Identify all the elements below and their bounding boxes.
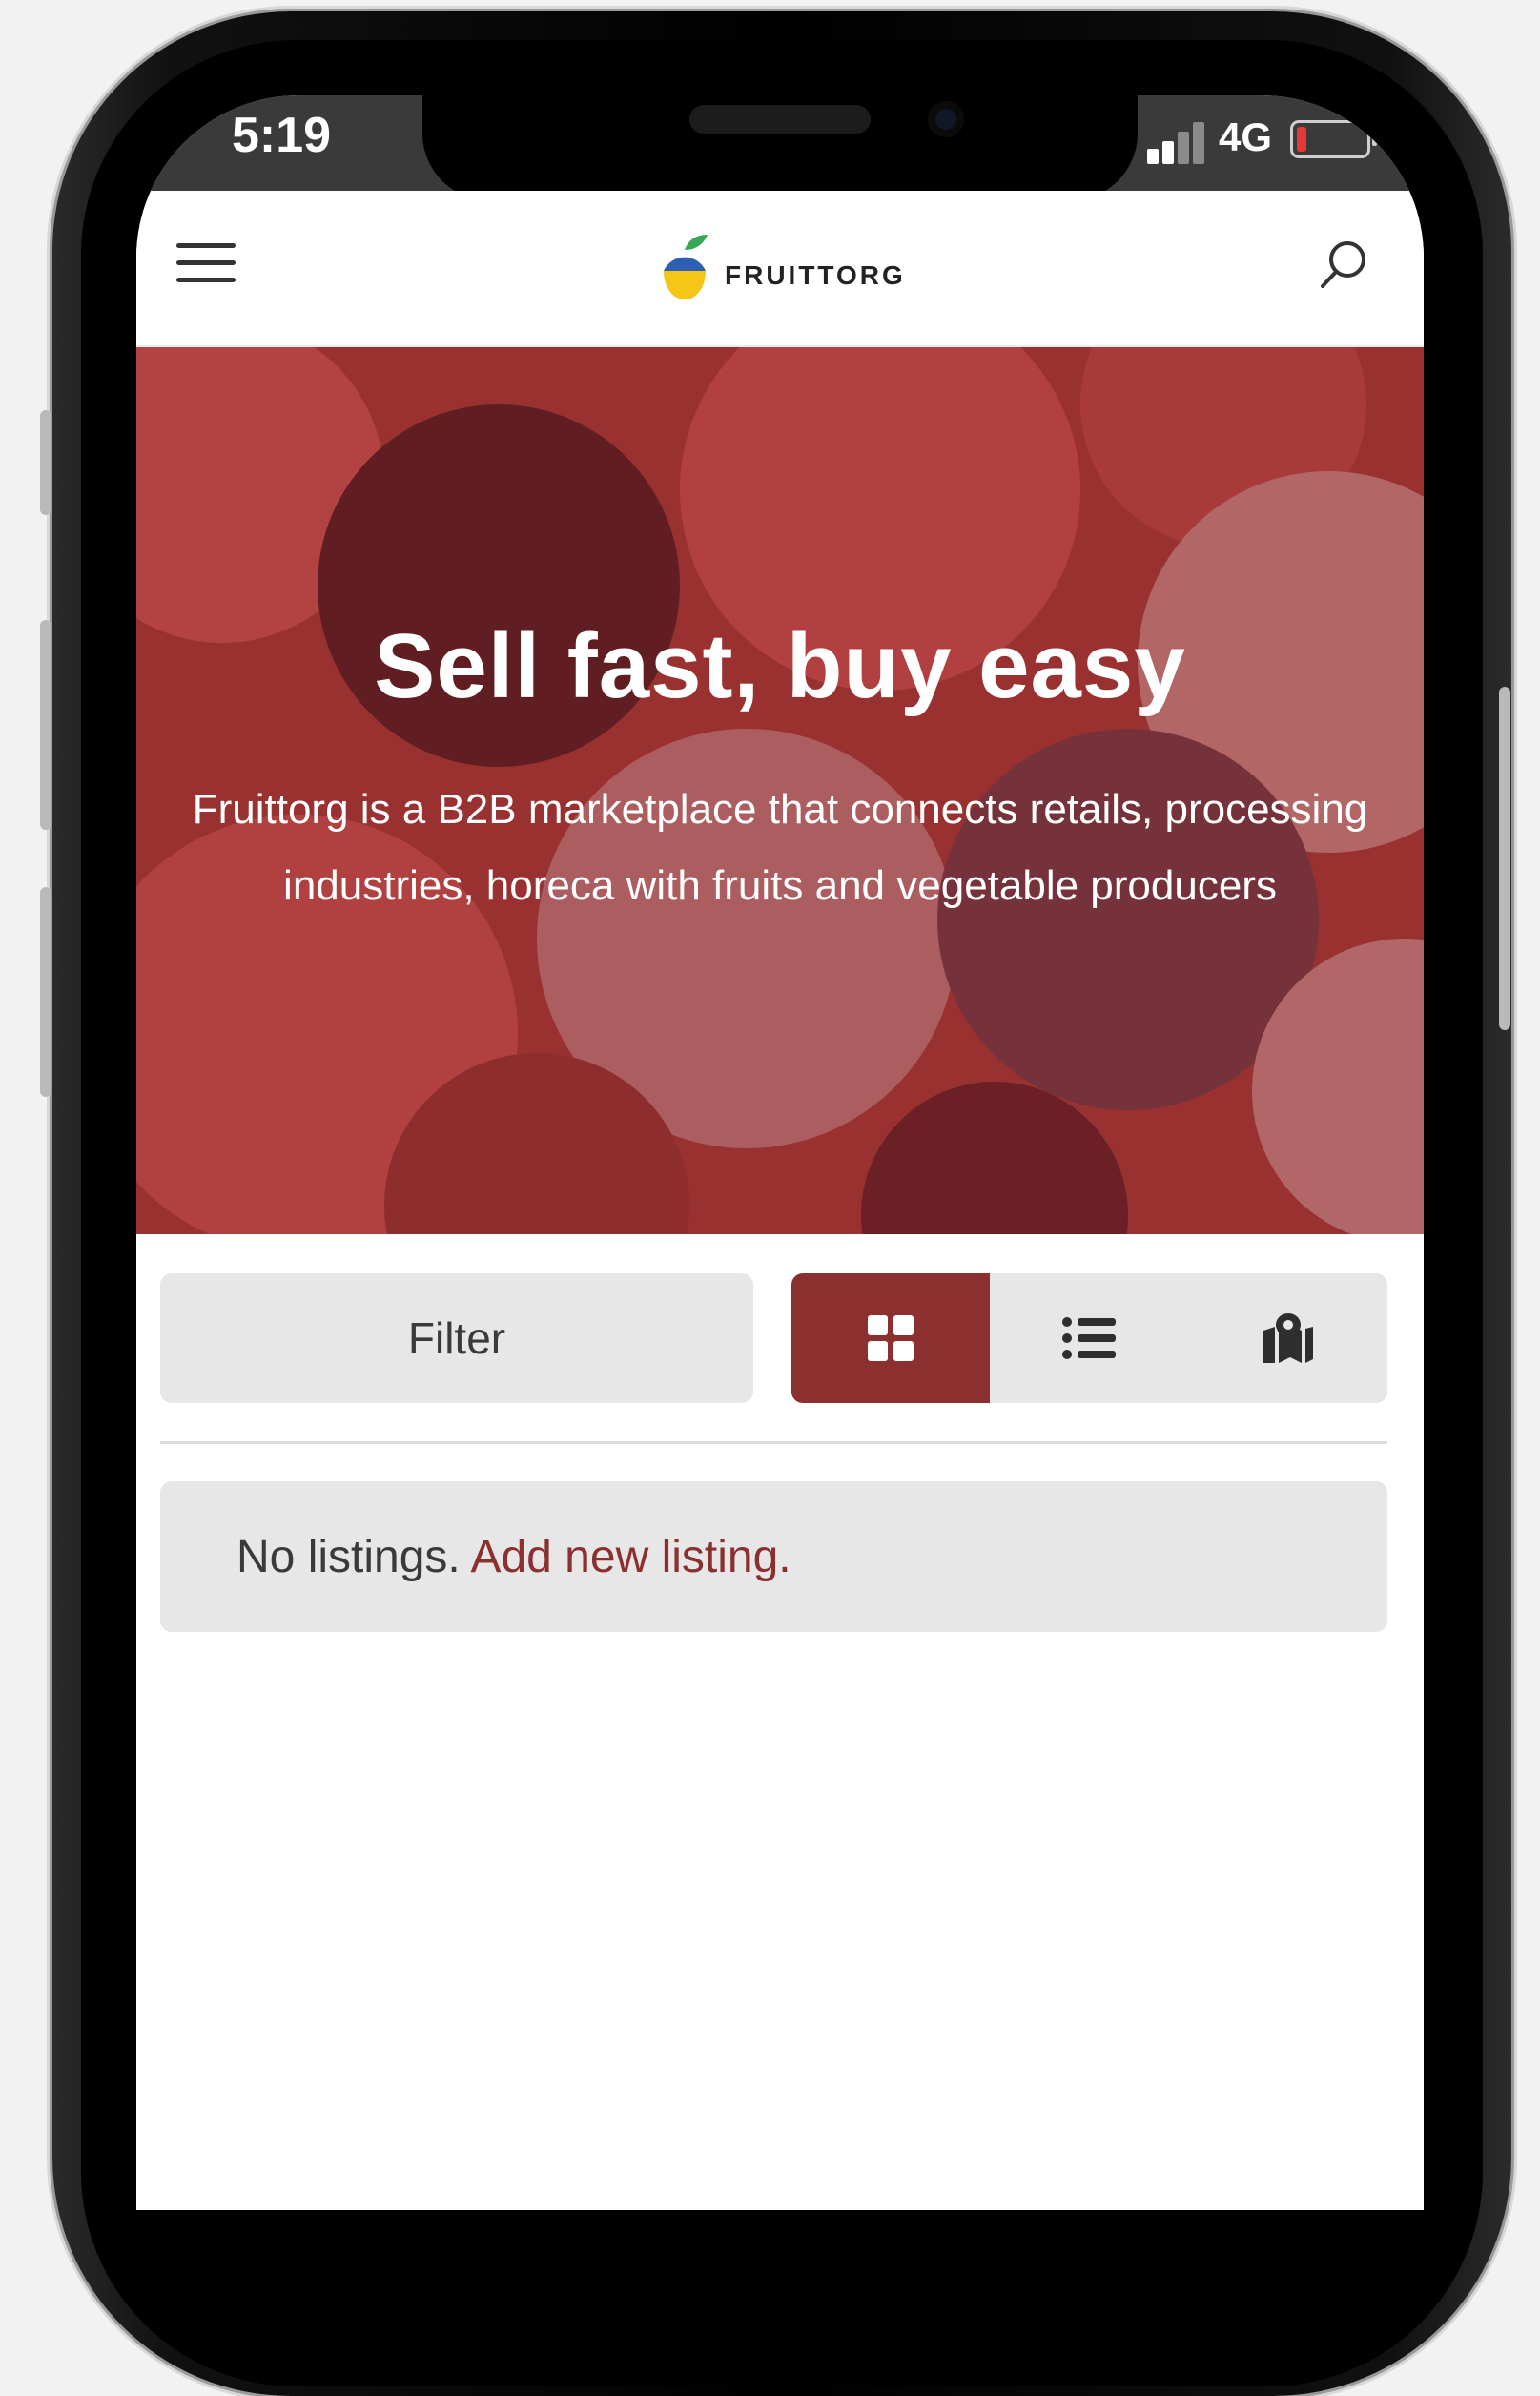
- hero-subtitle: Fruittorg is a B2B marketplace that conn…: [192, 786, 1368, 909]
- view-switcher: [791, 1273, 1387, 1403]
- empty-listings-text: No listings. Add new listing.: [236, 1531, 791, 1583]
- front-camera: [928, 101, 964, 137]
- brand-name: FRUITTORG: [725, 260, 906, 290]
- list-view-button[interactable]: [990, 1273, 1188, 1403]
- notch: [422, 95, 1138, 200]
- grid-view-icon: [868, 1315, 914, 1361]
- battery-icon: [1290, 120, 1377, 158]
- signal-strength-icon: [1147, 122, 1210, 164]
- phone-screen: 5:19 4G FRUITTORG Sell fast, buy easy Fr…: [136, 95, 1424, 2210]
- hero-banner: Sell fast, buy easy Fruittorg is a B2B m…: [136, 347, 1424, 1234]
- list-view-icon: [1062, 1317, 1117, 1359]
- hamburger-menu-icon[interactable]: [176, 243, 236, 291]
- add-new-listing-link[interactable]: Add new listing.: [470, 1532, 791, 1582]
- earpiece-speaker: [689, 105, 871, 134]
- status-time: 5:19: [232, 108, 332, 163]
- section-divider: [160, 1441, 1387, 1444]
- network-type: 4G: [1219, 114, 1273, 159]
- no-listings-label: No listings.: [236, 1532, 461, 1582]
- grid-view-button[interactable]: [791, 1273, 991, 1403]
- mute-switch: [40, 410, 51, 515]
- map-view-icon: [1263, 1313, 1313, 1363]
- brand-logo[interactable]: FRUITTORG: [656, 229, 906, 305]
- filter-button[interactable]: Filter: [160, 1273, 753, 1403]
- app-header: FRUITTORG: [136, 191, 1424, 347]
- map-view-button[interactable]: [1189, 1273, 1387, 1403]
- volume-up-button: [40, 620, 51, 830]
- volume-down-button: [40, 887, 51, 1097]
- empty-listings-notice: No listings. Add new listing.: [160, 1481, 1387, 1632]
- power-button: [1499, 687, 1510, 1030]
- apple-logo-icon: [664, 235, 708, 300]
- search-icon[interactable]: [1315, 237, 1372, 294]
- hero-title: Sell fast, buy easy: [374, 615, 1186, 717]
